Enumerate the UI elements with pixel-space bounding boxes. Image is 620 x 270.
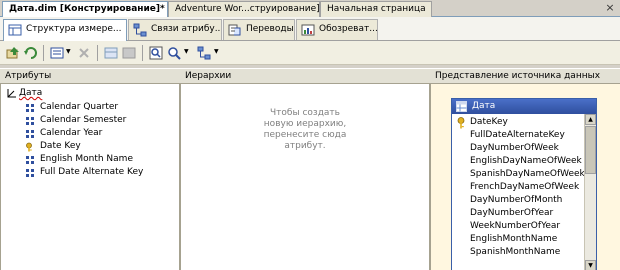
dsv-table-name: Дата	[472, 101, 496, 111]
attribute-item[interactable]: Calendar Semester	[25, 114, 126, 127]
tab-browser[interactable]: Обозреват...	[296, 19, 378, 40]
show-list-icon[interactable]	[121, 45, 137, 61]
dsv-table-date[interactable]: Дата DateKey FullDateAlternateKey DayNum…	[451, 98, 597, 270]
toolbar-separator	[142, 45, 143, 61]
attribute-label: Calendar Quarter	[40, 102, 119, 112]
scroll-thumb[interactable]	[585, 126, 596, 174]
doc-tab-label: Начальная страница	[327, 4, 426, 14]
attribute-icon	[26, 156, 34, 164]
attribute-relationships-icon	[133, 23, 147, 37]
hierarchies-panel-header: Иерархии	[180, 68, 430, 84]
show-grid-icon[interactable]	[103, 45, 119, 61]
hint-line: атрибут.	[284, 141, 326, 151]
dsv-column[interactable]: FrenchDayNameOfWeek	[470, 181, 579, 194]
designer-toolbar: ▼ ▼ ▼	[0, 41, 620, 65]
attribute-tree-root[interactable]: Дата	[7, 87, 42, 99]
dsv-column[interactable]: DateKey	[470, 116, 508, 129]
scroll-up-icon[interactable]: ▲	[585, 114, 596, 125]
hint-line: перенесите сюда	[263, 130, 347, 140]
attribute-label: Calendar Year	[40, 128, 103, 138]
dsv-panel: Дата DateKey FullDateAlternateKey DayNum…	[430, 84, 620, 270]
dsv-table-scrollbar[interactable]: ▲ ▼	[584, 114, 596, 270]
scroll-down-icon[interactable]: ▼	[585, 260, 596, 270]
translations-icon	[228, 24, 241, 36]
hierarchies-panel[interactable]: Чтобы создать новую иерархию, перенесите…	[180, 84, 430, 270]
dsv-column[interactable]: DayNumberOfYear	[470, 207, 553, 220]
attribute-item[interactable]: Date Key	[25, 140, 81, 153]
attribute-icon	[26, 117, 34, 125]
attributes-panel-header: Атрибуты	[0, 68, 180, 84]
dsv-column[interactable]: DayNumberOfWeek	[470, 142, 559, 155]
dsv-column[interactable]: FullDateAlternateKey	[470, 129, 565, 142]
tab-attribute-relationships[interactable]: Связи атрибу...	[128, 19, 222, 40]
tab-label: Обозреват...	[319, 24, 378, 34]
doc-tab-start-page[interactable]: Начальная страница	[320, 1, 432, 17]
attribute-item[interactable]: English Month Name	[25, 153, 133, 166]
attribute-label: English Month Name	[40, 154, 133, 164]
attribute-icon	[26, 104, 34, 112]
attribute-label: Full Date Alternate Key	[40, 167, 144, 177]
dsv-column[interactable]: DayNumberOfMonth	[470, 194, 562, 207]
zoom-icon[interactable]	[166, 45, 182, 61]
attribute-icon	[26, 130, 34, 138]
doc-tab-date-dim[interactable]: Дата.dim [Конструирование]*	[2, 1, 168, 18]
attribute-item[interactable]: Full Date Alternate Key	[25, 166, 143, 179]
dimension-name: Дата	[19, 88, 43, 98]
attributes-panel: Дата Calendar Quarter Calendar Semester …	[0, 84, 180, 270]
tab-translations[interactable]: Переводы	[223, 19, 295, 40]
tab-label: Переводы	[246, 24, 294, 34]
tab-dimension-structure[interactable]: Структура измере...	[3, 19, 127, 41]
attribute-item[interactable]: Calendar Year	[25, 127, 102, 140]
arrange-tables-icon[interactable]	[196, 45, 212, 61]
hint-line: новую иерархию,	[263, 119, 347, 129]
close-icon[interactable]: ×	[604, 2, 616, 14]
chevron-down-icon[interactable]: ▼	[184, 49, 190, 55]
attribute-icon	[26, 169, 34, 177]
document-tab-strip: Дата.dim [Конструирование]* Adventure Wo…	[0, 0, 620, 18]
dsv-column[interactable]: WeekNumberOfYear	[470, 220, 560, 233]
process-icon[interactable]	[5, 45, 21, 61]
zoom-to-fit-icon[interactable]	[148, 45, 164, 61]
table-icon	[456, 101, 467, 112]
hierarchies-drop-hint: Чтобы создать новую иерархию, перенесите…	[181, 108, 429, 152]
refresh-icon[interactable]	[23, 45, 39, 61]
doc-tab-label: Дата.dim [Конструирование]*	[9, 4, 165, 14]
chevron-down-icon[interactable]: ▼	[66, 49, 72, 55]
doc-tab-adventure-works[interactable]: Adventure Wor...струирование]	[168, 1, 320, 17]
delete-icon[interactable]	[76, 45, 92, 61]
hint-line: Чтобы создать	[270, 108, 340, 118]
doc-tab-label: Adventure Wor...струирование]	[175, 4, 320, 14]
dsv-column[interactable]: SpanishMonthName	[470, 246, 560, 259]
attribute-item[interactable]: Calendar Quarter	[25, 101, 118, 114]
dsv-table-title[interactable]: Дата	[452, 99, 596, 114]
view-options-icon[interactable]	[49, 45, 65, 61]
dimension-structure-icon	[8, 24, 22, 36]
dsv-column[interactable]: EnglishDayNameOfWeek	[470, 155, 582, 168]
key-attribute-icon	[26, 142, 32, 152]
dsv-column[interactable]: SpanishDayNameOfWeek	[470, 168, 585, 181]
chevron-down-icon[interactable]: ▼	[214, 49, 220, 55]
attribute-label: Date Key	[40, 141, 81, 151]
dimension-icon	[7, 89, 16, 98]
key-icon	[457, 117, 465, 129]
toolbar-separator	[43, 45, 44, 61]
tab-label: Структура измере...	[26, 24, 122, 34]
tab-label: Связи атрибу...	[151, 24, 222, 34]
toolbar-separator	[97, 45, 98, 61]
browser-icon	[301, 24, 315, 36]
dsv-column[interactable]: EnglishMonthName	[470, 233, 557, 246]
attribute-label: Calendar Semester	[40, 115, 127, 125]
dsv-panel-header: Представление источника данных	[430, 68, 620, 84]
designer-tab-strip: Структура измере... Связи атрибу... Пере…	[0, 17, 620, 41]
